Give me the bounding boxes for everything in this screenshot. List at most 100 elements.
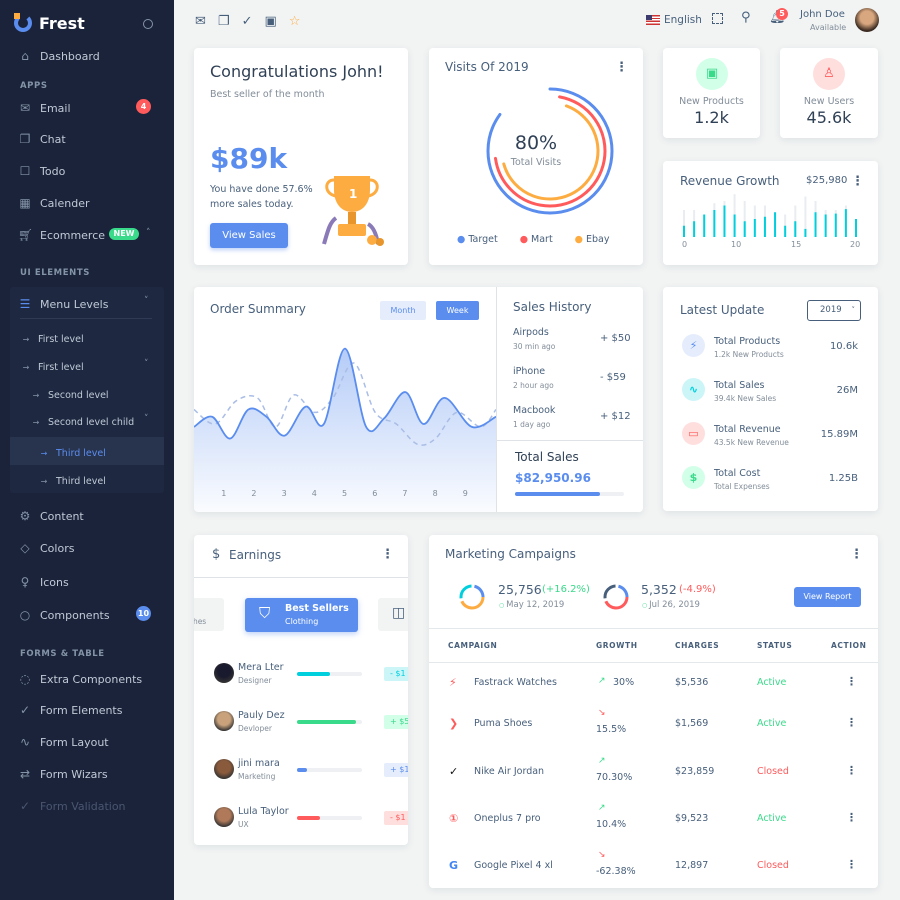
sidebar-item-extra-components[interactable]: ◌ Extra Components — [18, 670, 142, 688]
fullscreen-icon[interactable] — [712, 13, 723, 24]
congrats-amount: $89k — [210, 142, 288, 175]
more-icon[interactable]: ⋮ — [381, 547, 394, 562]
campaign-growth: 70.30% — [596, 772, 633, 783]
sidebar-item-label: First level — [38, 361, 84, 373]
more-icon[interactable]: ⋮ — [846, 675, 857, 688]
latest-item-sub: 43.5k New Revenue — [714, 438, 789, 447]
column-header: STATUS — [757, 641, 793, 650]
sidebar-item-content[interactable]: ⚙ Content — [18, 507, 84, 525]
stat1-value: 25,756 — [498, 582, 542, 597]
sidebar-item-form-wizars[interactable]: ⇄ Form Wizars — [18, 765, 108, 783]
revenue-bar — [713, 210, 716, 237]
stat1-donut — [459, 584, 485, 610]
view-sales-button[interactable]: View Sales — [210, 223, 288, 248]
divider — [429, 662, 878, 663]
chevron-down-icon[interactable]: ˅ — [144, 359, 149, 369]
language-select[interactable]: English — [664, 14, 702, 26]
campaign-logo-icon: G — [449, 859, 459, 872]
campaign-name: Puma Shoes — [474, 718, 533, 729]
campaign-charges: 12,897 — [675, 860, 709, 871]
sidebar-item-colors[interactable]: ◇ Colors — [18, 539, 74, 557]
x-tick: 7 — [402, 489, 407, 498]
visits-label: Total Visits — [510, 157, 562, 168]
user-name[interactable]: John Doe — [800, 9, 845, 20]
sidebar-item-calender[interactable]: ▦ Calender — [18, 194, 90, 212]
year-select[interactable]: 2019 ˅ — [807, 300, 861, 321]
revenue-bar — [733, 214, 736, 237]
congrats-card: Congratulations John! Best seller of the… — [194, 48, 408, 265]
history-item-time: 30 min ago — [513, 342, 556, 351]
tab-best-sellers[interactable]: ⛉ Best Sellers Clothing — [245, 598, 358, 632]
chevron-down-icon[interactable]: ˅ — [144, 296, 149, 306]
x-tick: 20 — [850, 240, 861, 249]
more-icon[interactable]: ⋮ — [846, 764, 857, 777]
revenue-card: Revenue Growth $25,980 ⋮ 0 10 15 20 — [663, 161, 878, 265]
section-forms: FORMS & TABLE — [20, 649, 105, 659]
check-circle-icon[interactable]: ✓ — [242, 14, 253, 29]
sidebar-item-form-validation[interactable]: ✓ Form Validation — [18, 797, 126, 815]
sidebar-toggle[interactable] — [143, 19, 153, 29]
divider — [20, 318, 152, 319]
sidebar-item-form-layout[interactable]: ∿ Form Layout — [18, 733, 109, 751]
sidebar-item-third-level[interactable]: → Third level — [40, 472, 106, 490]
calendar-icon[interactable]: ▣ — [264, 14, 276, 29]
tab-clothes[interactable]: thes — [194, 598, 224, 631]
campaign-name: Oneplus 7 pro — [474, 813, 541, 824]
circle-icon: ○ — [19, 608, 31, 622]
more-icon[interactable]: ⋮ — [850, 547, 863, 562]
sidebar-item-label: Third level — [56, 447, 106, 459]
shield-check-icon: ⛉ — [259, 604, 271, 622]
more-icon[interactable]: ⋮ — [846, 716, 857, 729]
chevron-up-icon[interactable]: ˄ — [146, 228, 151, 238]
revenue-bar — [844, 209, 847, 237]
sidebar-item-first-level[interactable]: → First level — [22, 330, 84, 348]
congrats-title: Congratulations John! — [210, 62, 384, 81]
sidebar-item-second-level[interactable]: → Second level — [32, 386, 109, 404]
chevron-down-icon[interactable]: ˅ — [144, 414, 149, 424]
stat-value: 1.2k — [694, 108, 729, 127]
x-tick: 6 — [372, 489, 377, 498]
sidebar-item-menu-levels[interactable]: ☰ Menu Levels — [18, 295, 109, 313]
chat-icon[interactable]: ❐ — [218, 14, 230, 29]
sidebar-item-todo[interactable]: ☐ Todo — [18, 162, 66, 180]
logo-accent — [14, 13, 20, 19]
sidebar-item-ecommerce[interactable]: 🛒︎ Ecommerce — [18, 226, 105, 244]
congrats-text-2: more sales today. — [210, 199, 294, 210]
avatar[interactable] — [855, 8, 879, 32]
sidebar-item-label: Calender — [40, 196, 90, 210]
column-header: CAMPAIGN — [448, 641, 498, 650]
marketing-card: Marketing Campaigns ⋮ 25,756 (+16.2%) ○ … — [429, 535, 878, 888]
sidebar-item-icons[interactable]: ♀ Icons — [18, 573, 69, 591]
menu-icon: ☰ — [19, 297, 31, 311]
mail-icon[interactable]: ✉ — [195, 14, 206, 29]
sidebar-item-components[interactable]: ○ Components — [18, 606, 110, 624]
sidebar-item-third-level[interactable]: → Third level — [40, 444, 106, 462]
us-flag-icon — [646, 15, 660, 25]
search-icon[interactable]: ⚲ — [741, 10, 751, 25]
sidebar-item-email[interactable]: ✉ Email — [18, 99, 71, 117]
sidebar-item-form-elements[interactable]: ✓ Form Elements — [18, 701, 123, 719]
person-name: Mera Lter — [238, 662, 284, 673]
campaign-status: Active — [757, 813, 787, 824]
more-icon[interactable]: ⋮ — [846, 811, 857, 824]
x-tick: 0 — [682, 240, 688, 249]
person-progress — [297, 816, 362, 820]
star-icon[interactable]: ☆ — [289, 14, 301, 29]
more-icon[interactable]: ⋮ — [846, 858, 857, 871]
column-header: CHARGES — [675, 641, 720, 650]
campaign-logo-icon: ① — [449, 812, 459, 825]
sidebar-item-first-level[interactable]: → First level — [22, 358, 84, 376]
avatar — [214, 759, 234, 779]
x-tick: 5 — [342, 489, 347, 498]
sidebar-item-label: Menu Levels — [40, 297, 109, 311]
sidebar-item-chat[interactable]: ❐ Chat — [18, 130, 66, 148]
sidebar-item-dashboard[interactable]: ⌂ Dashboard — [18, 47, 100, 65]
person-progress — [297, 768, 362, 772]
sidebar-item-second-level-child[interactable]: → Second level child — [32, 413, 135, 431]
tab-devices[interactable]: ◫ — [378, 598, 408, 631]
view-report-button[interactable]: View Report — [794, 587, 861, 607]
stat-label: New Products — [679, 96, 744, 107]
latest-item-value: 10.6k — [829, 341, 858, 352]
square-icon: ☐ — [19, 164, 31, 178]
history-item-time: 2 hour ago — [513, 381, 554, 390]
